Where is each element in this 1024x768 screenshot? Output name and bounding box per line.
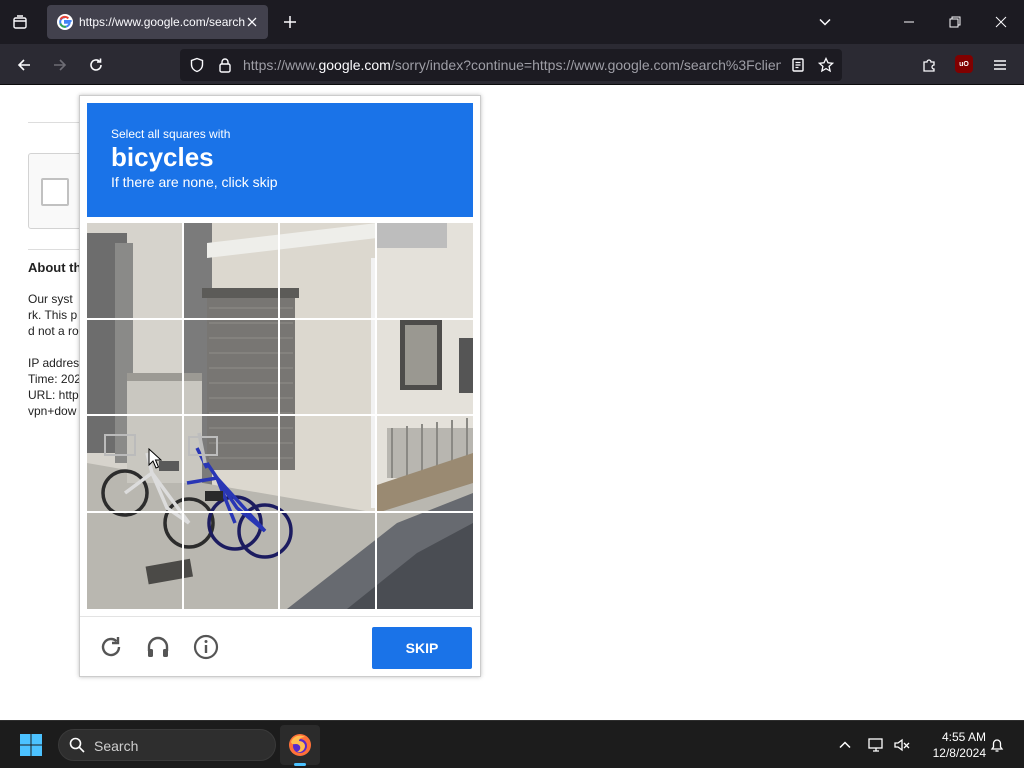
clock-time: 4:55 AM xyxy=(941,730,986,744)
captcha-image-grid xyxy=(87,223,473,609)
new-tab-icon[interactable] xyxy=(278,10,302,34)
page-line[interactable]: URL: http xyxy=(28,387,79,403)
page-line: Our syst xyxy=(28,292,73,306)
instruction-target: bicycles xyxy=(111,142,214,172)
captcha-tile[interactable] xyxy=(376,320,473,416)
browser-tab-bar: https://www.google.com/search?q= xyxy=(0,0,1024,44)
notifications-bell-icon[interactable] xyxy=(987,735,1007,755)
captcha-tile[interactable] xyxy=(183,223,280,320)
ublock-origin-icon[interactable]: uO xyxy=(955,55,973,73)
forward-icon[interactable] xyxy=(45,50,75,80)
captcha-instructions: Select all squares with bicycles If ther… xyxy=(87,103,473,217)
captcha-footer: SKIP xyxy=(80,616,480,676)
instruction-line: Select all squares with xyxy=(111,127,231,141)
skip-button[interactable]: SKIP xyxy=(372,627,472,669)
captcha-tile[interactable] xyxy=(280,223,377,320)
windows-start-icon[interactable] xyxy=(19,733,43,757)
taskbar: Search 4:55 AM 12/8/2024 xyxy=(0,720,1024,768)
captcha-tile[interactable] xyxy=(280,512,377,609)
system-clock[interactable]: 4:55 AM 12/8/2024 xyxy=(916,729,986,761)
clock-date: 12/8/2024 xyxy=(932,746,986,760)
reload-challenge-icon[interactable] xyxy=(95,631,127,663)
about-heading: About th xyxy=(28,260,82,275)
captcha-tile[interactable] xyxy=(87,416,184,513)
navigation-toolbar: https://www.google.com/sorry/index?conti… xyxy=(0,44,1024,85)
tab-close-icon[interactable] xyxy=(244,14,260,30)
captcha-tile[interactable] xyxy=(376,223,473,320)
google-favicon-icon xyxy=(57,14,73,30)
extensions-puzzle-icon[interactable] xyxy=(914,50,944,80)
active-app-indicator xyxy=(294,763,306,766)
captcha-tile[interactable] xyxy=(280,319,377,416)
list-all-tabs-icon[interactable] xyxy=(813,10,837,34)
captcha-tile[interactable] xyxy=(87,319,184,416)
search-icon xyxy=(69,737,85,753)
captcha-challenge-dialog: Select all squares with bicycles If ther… xyxy=(79,95,481,677)
recaptcha-checkbox[interactable] xyxy=(41,178,69,206)
captcha-tile[interactable] xyxy=(184,512,280,609)
taskbar-search-box[interactable]: Search xyxy=(58,729,276,761)
captcha-tile[interactable] xyxy=(87,223,184,320)
url-text[interactable]: https://www.google.com/sorry/index?conti… xyxy=(243,57,781,73)
page-line: vpn+dow xyxy=(28,404,77,418)
lock-icon[interactable] xyxy=(216,56,234,74)
captcha-tiles xyxy=(87,223,473,609)
page-line: IP addres xyxy=(28,356,80,370)
captcha-tile[interactable] xyxy=(376,416,473,513)
instruction-hint: If there are none, click skip xyxy=(111,174,278,190)
tab-title: https://www.google.com/search?q= xyxy=(79,15,245,29)
reader-view-icon[interactable] xyxy=(789,56,807,74)
app-menu-icon[interactable] xyxy=(985,50,1015,80)
captcha-tile[interactable] xyxy=(183,319,280,416)
captcha-tile[interactable] xyxy=(280,416,377,513)
audio-challenge-headphones-icon[interactable] xyxy=(142,631,174,663)
browser-tab[interactable]: https://www.google.com/search?q= xyxy=(47,5,268,39)
captcha-tile[interactable] xyxy=(87,512,184,609)
back-icon[interactable] xyxy=(9,50,39,80)
search-placeholder: Search xyxy=(94,738,139,754)
show-hidden-icons-chevron-up-icon[interactable] xyxy=(835,735,855,755)
network-monitor-icon[interactable] xyxy=(866,735,886,755)
reload-icon[interactable] xyxy=(81,50,111,80)
page-line: rk. This p xyxy=(28,308,78,322)
firefox-view-icon[interactable] xyxy=(6,8,34,36)
page-line: Time: 202 xyxy=(28,372,81,386)
close-window-icon[interactable] xyxy=(978,0,1024,44)
captcha-tile[interactable] xyxy=(183,416,280,513)
url-bar[interactable]: https://www.google.com/sorry/index?conti… xyxy=(180,49,842,81)
firefox-taskbar-icon[interactable] xyxy=(280,725,320,765)
minimize-icon[interactable] xyxy=(886,0,932,44)
page-line: d not a ro xyxy=(28,324,79,338)
tracking-protection-shield-icon[interactable] xyxy=(188,56,206,74)
mouse-cursor-icon xyxy=(148,448,162,469)
restore-icon[interactable] xyxy=(932,0,978,44)
help-info-icon[interactable] xyxy=(190,631,222,663)
captcha-tile[interactable] xyxy=(377,513,474,610)
bookmark-star-icon[interactable] xyxy=(817,56,835,74)
volume-muted-icon[interactable] xyxy=(892,735,912,755)
